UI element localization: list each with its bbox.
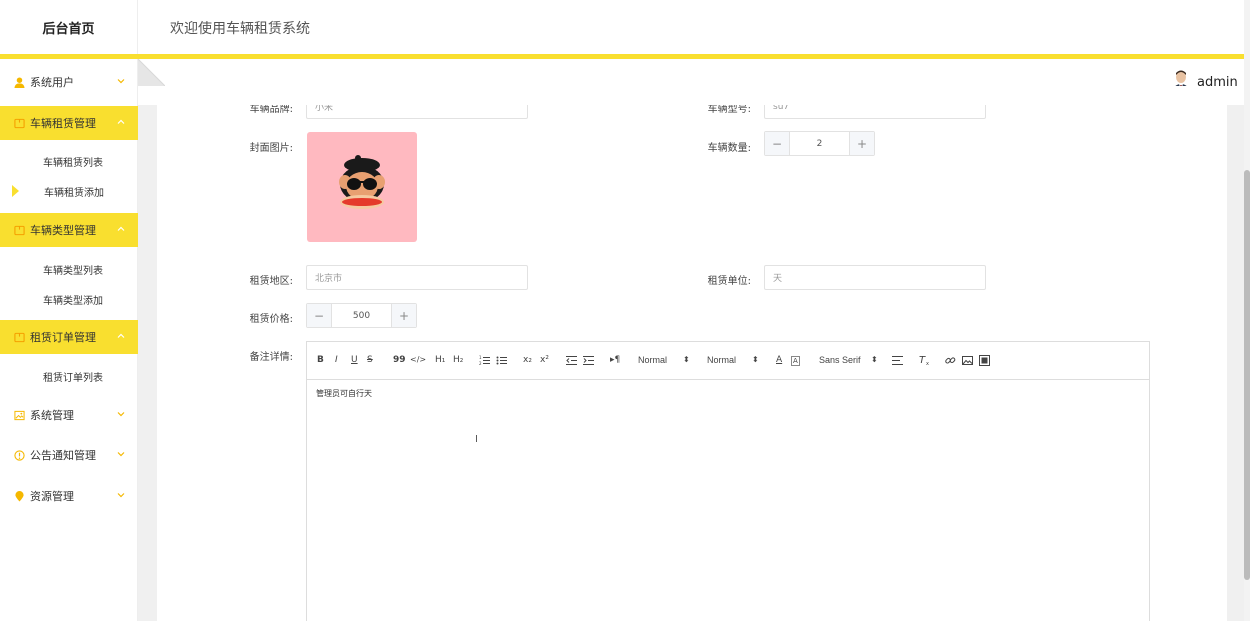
price-stepper[interactable]: − 500 +	[306, 303, 417, 328]
sidebar-item-label: 系统用户	[30, 76, 74, 89]
top-header: 后台首页 欢迎使用车辆租赁系统	[0, 0, 1250, 54]
size-select-chevron-icon: ⬍	[752, 355, 759, 364]
editor-content[interactable]: 管理员可自行天	[316, 388, 372, 399]
sidebar-item-label: 系统管理	[30, 409, 74, 422]
text-cursor-icon: I	[475, 434, 478, 445]
sidebar-item-label: 车辆类型管理	[30, 224, 96, 237]
background-color-button[interactable]: A	[791, 356, 800, 366]
region-placeholder: 北京市	[315, 274, 343, 284]
user-icon	[13, 76, 25, 88]
folder-icon	[13, 224, 25, 236]
info-circle-icon	[13, 449, 25, 461]
quantity-increment-button[interactable]: +	[849, 132, 874, 155]
editor-toolbar: B I U S 99 </> H₁ H₂ 12 x₂ x² ▸¶ Normal …	[307, 342, 1149, 380]
header-2-button[interactable]: H₂	[453, 355, 463, 365]
chevron-up-icon	[117, 119, 125, 124]
location-pin-icon	[13, 490, 25, 502]
welcome-title: 欢迎使用车辆租赁系统	[170, 21, 310, 37]
sidebar-sub-type-list[interactable]: 车辆类型列表	[0, 254, 138, 284]
sidebar-sub-rental-list[interactable]: 车辆租赁列表	[0, 146, 138, 176]
sidebar-item-system-management[interactable]: 系统管理	[0, 398, 138, 432]
sidebar-item-label: 租赁订单管理	[30, 331, 96, 344]
italic-button[interactable]: I	[335, 355, 338, 365]
bold-button[interactable]: B	[317, 355, 324, 365]
sidebar-item-system-users[interactable]: 系统用户	[0, 65, 138, 99]
sidebar-item-label: 公告通知管理	[30, 449, 96, 462]
underline-button[interactable]: U	[351, 355, 358, 365]
sidebar-item-label: 资源管理	[30, 490, 74, 503]
quantity-value[interactable]: 2	[790, 132, 849, 155]
indent-icon[interactable]	[583, 355, 595, 366]
chevron-up-icon	[117, 333, 125, 338]
sidebar-sub-type-add[interactable]: 车辆类型添加	[0, 284, 138, 314]
video-insert-icon[interactable]	[979, 355, 990, 366]
bullet-list-icon[interactable]	[496, 355, 508, 366]
quantity-decrement-button[interactable]: −	[765, 132, 790, 155]
unit-input[interactable]: 天	[764, 265, 986, 290]
sidebar-item-notice-management[interactable]: 公告通知管理	[0, 438, 138, 472]
sidebar-sub-order-list[interactable]: 租赁订单列表	[0, 361, 138, 391]
user-bar-overlay	[157, 86, 1227, 105]
quantity-stepper[interactable]: − 2 +	[764, 131, 875, 156]
folder-icon	[13, 331, 25, 343]
sidebar-item-type-management[interactable]: 车辆类型管理	[0, 213, 138, 247]
text-direction-button[interactable]: ▸¶	[610, 355, 620, 365]
quantity-label: 车辆数量:	[707, 143, 751, 154]
align-left-icon[interactable]	[892, 355, 904, 366]
link-icon[interactable]	[945, 355, 956, 366]
size-select[interactable]: Normal	[707, 355, 736, 365]
notes-label: 备注详情:	[249, 352, 293, 363]
sidebar-item-order-management[interactable]: 租赁订单管理	[0, 320, 138, 354]
font-color-button[interactable]: A	[776, 355, 782, 365]
cover-image-upload[interactable]	[307, 132, 417, 242]
sidebar-item-rental-management[interactable]: 车辆租赁管理	[0, 106, 138, 140]
sidebar-item-resource-management[interactable]: 资源管理	[0, 479, 138, 513]
header-select-chevron-icon: ⬍	[683, 355, 690, 364]
brand-home-link[interactable]: 后台首页	[0, 0, 138, 54]
font-select[interactable]: Sans Serif	[819, 355, 861, 365]
header-select[interactable]: Normal	[638, 355, 667, 365]
chevron-up-icon	[117, 226, 125, 231]
image-insert-icon[interactable]	[962, 355, 973, 366]
unit-label: 租赁单位:	[707, 276, 751, 287]
price-decrement-button[interactable]: −	[307, 304, 332, 327]
cover-label: 封面图片:	[249, 143, 293, 154]
sidebar: 系统用户 车辆租赁管理 车辆租赁列表 车辆租赁添加 车辆类型管理 车辆类型列表 …	[0, 59, 138, 621]
chevron-down-icon	[117, 412, 125, 417]
superscript-button[interactable]: x²	[540, 355, 549, 365]
user-bar-fill	[165, 59, 1165, 86]
svg-text:2: 2	[479, 361, 482, 366]
blockquote-button[interactable]: 99	[393, 355, 406, 365]
image-icon	[13, 409, 25, 421]
price-label: 租赁价格:	[249, 314, 293, 325]
svg-text:1: 1	[479, 355, 482, 360]
svg-text:T: T	[919, 355, 926, 366]
sidebar-sub-rental-add[interactable]: 车辆租赁添加	[0, 176, 138, 206]
font-select-chevron-icon: ⬍	[871, 355, 878, 364]
unit-placeholder: 天	[773, 274, 783, 284]
price-value[interactable]: 500	[332, 304, 391, 327]
rich-text-editor: B I U S 99 </> H₁ H₂ 12 x₂ x² ▸¶ Normal …	[306, 341, 1150, 621]
clear-format-icon[interactable]: Tx	[919, 354, 931, 366]
strike-button[interactable]: S	[367, 355, 373, 365]
chevron-down-icon	[117, 79, 125, 84]
price-increment-button[interactable]: +	[391, 304, 416, 327]
sidebar-item-label: 车辆租赁管理	[30, 117, 96, 130]
ordered-list-icon[interactable]: 12	[479, 355, 491, 366]
region-label: 租赁地区:	[249, 276, 293, 287]
header-1-button[interactable]: H₁	[435, 355, 445, 365]
region-input[interactable]: 北京市	[306, 265, 528, 290]
subscript-button[interactable]: x₂	[523, 355, 532, 365]
chevron-down-icon	[117, 493, 125, 498]
folder-icon	[13, 117, 25, 129]
outdent-icon[interactable]	[566, 355, 578, 366]
page-scrollbar-thumb[interactable]	[1244, 170, 1250, 580]
collapse-corner-icon[interactable]	[138, 59, 165, 86]
monkey-face-image	[339, 155, 385, 209]
chevron-down-icon	[117, 452, 125, 457]
svg-text:x: x	[926, 361, 929, 366]
code-block-button[interactable]: </>	[410, 355, 426, 364]
